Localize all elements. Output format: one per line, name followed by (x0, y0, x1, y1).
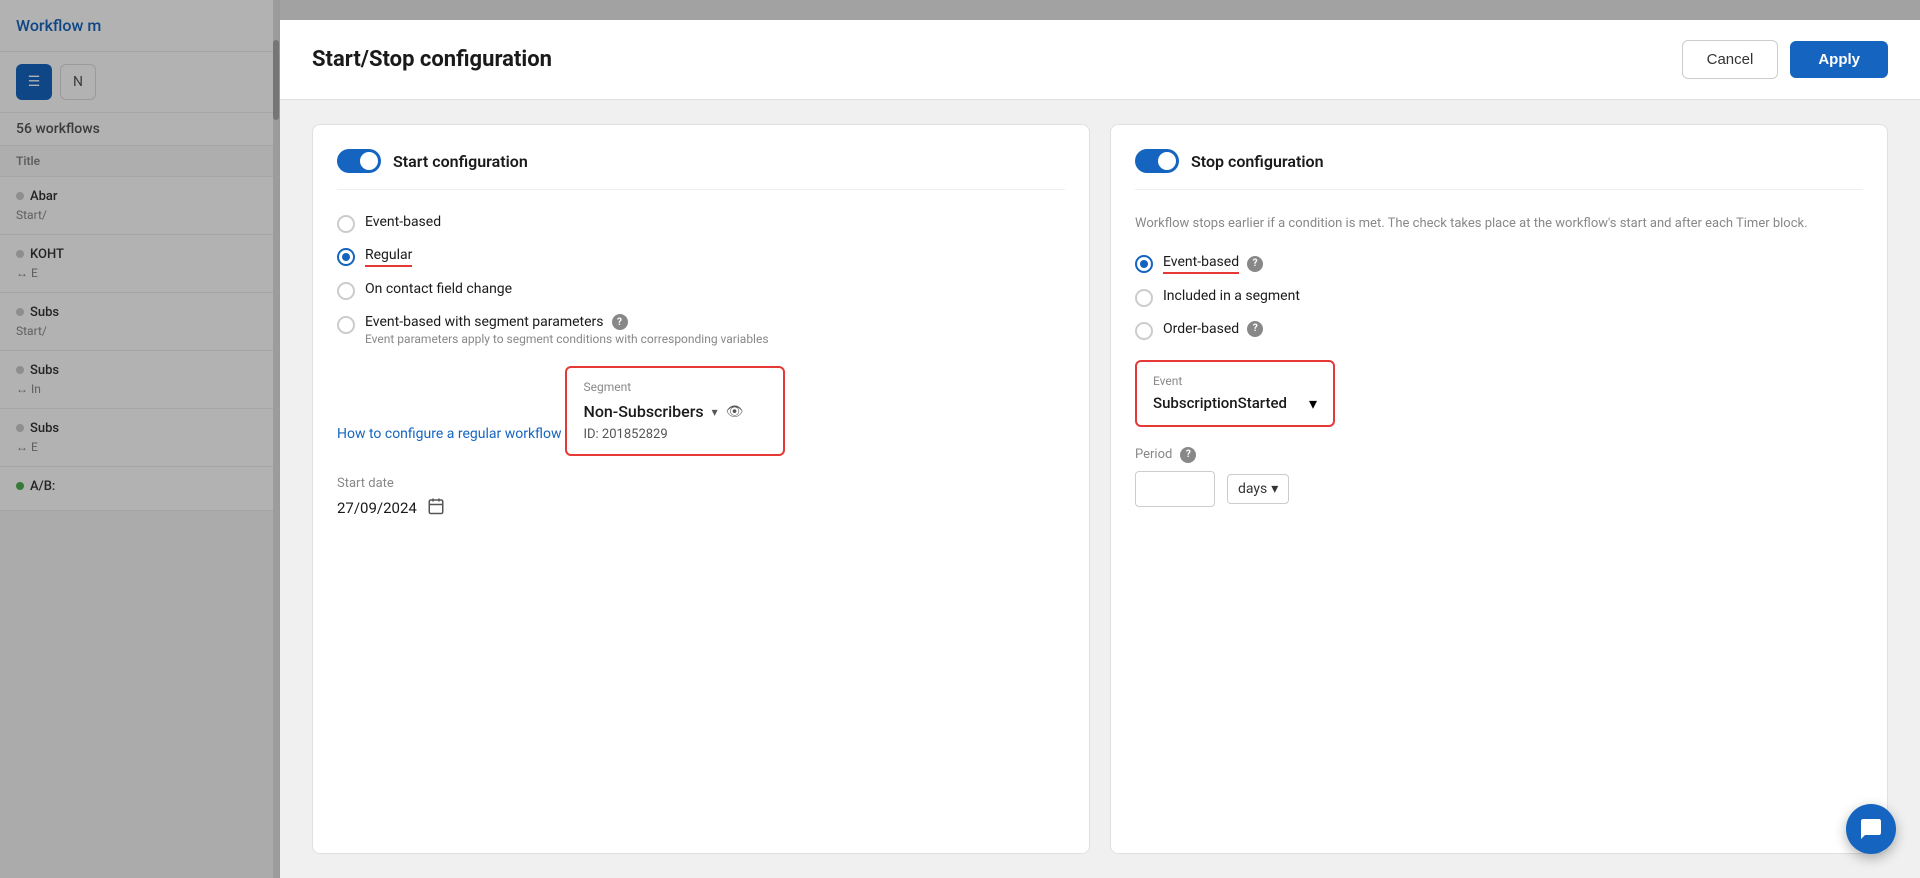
stop-event-box: Event SubscriptionStarted ▾ (1135, 360, 1335, 427)
start-radio-contact-field[interactable] (337, 282, 355, 300)
modal-actions: Cancel Apply (1682, 40, 1888, 79)
stop-label-order-based: Order-based (1163, 321, 1239, 337)
start-option-regular[interactable]: Regular (337, 247, 1065, 267)
stop-description: Workflow stops earlier if a condition is… (1135, 214, 1863, 234)
start-config-title: Start configuration (393, 152, 528, 171)
stop-config-options: Event-based ? Included in a segment Orde… (1135, 254, 1863, 340)
stop-event-label-wrapper: Event-based ? (1163, 254, 1263, 274)
stop-event-chevron-icon[interactable]: ▾ (1309, 394, 1317, 413)
segment-name: Non-Subscribers (583, 402, 703, 421)
segment-label: Segment (583, 380, 767, 394)
start-option-event-based[interactable]: Event-based (337, 214, 1065, 233)
stop-order-help-icon: ? (1247, 321, 1263, 337)
start-option-contact-field[interactable]: On contact field change (337, 281, 1065, 300)
cancel-button[interactable]: Cancel (1682, 40, 1779, 79)
stop-event-value: SubscriptionStarted ▾ (1153, 394, 1317, 413)
stop-radio-included-segment[interactable] (1135, 289, 1153, 307)
segment-value: Non-Subscribers ▾ 👁 (583, 402, 767, 421)
start-date-section: Start date 27/09/2024 (337, 476, 1065, 519)
stop-event-value-text: SubscriptionStarted (1153, 394, 1287, 412)
start-option-event-segment[interactable]: Event-based with segment parameters ? Ev… (337, 314, 1065, 346)
segment-box: Segment Non-Subscribers ▾ 👁 ID: 20185282… (565, 366, 785, 456)
period-section: Period ? days ▾ (1135, 447, 1863, 507)
stop-option-event-based[interactable]: Event-based ? (1135, 254, 1863, 274)
start-label-event-segment-wrapper: Event-based with segment parameters ? Ev… (365, 314, 769, 346)
start-label-regular: Regular (365, 247, 412, 267)
stop-radio-event-based[interactable] (1135, 255, 1153, 273)
start-config-header: Start configuration (337, 149, 1065, 190)
modal-dialog: Start/Stop configuration Cancel Apply St… (280, 20, 1920, 878)
segment-chevron-icon[interactable]: ▾ (712, 405, 718, 419)
period-label-row: Period ? (1135, 447, 1863, 463)
start-radio-regular[interactable] (337, 248, 355, 266)
modal-header: Start/Stop configuration Cancel Apply (280, 20, 1920, 100)
apply-button[interactable]: Apply (1790, 41, 1888, 78)
modal-title: Start/Stop configuration (312, 47, 552, 72)
period-unit-select[interactable]: days ▾ (1227, 474, 1289, 504)
period-unit-chevron-icon: ▾ (1271, 481, 1278, 497)
regular-workflow-link[interactable]: How to configure a regular workflow (337, 426, 562, 442)
stop-config-header: Stop configuration (1135, 149, 1863, 190)
start-radio-event-based[interactable] (337, 215, 355, 233)
start-date-text: 27/09/2024 (337, 499, 417, 517)
stop-event-help-icon: ? (1247, 256, 1263, 272)
calendar-icon[interactable] (427, 497, 445, 519)
stop-config-title: Stop configuration (1191, 152, 1324, 171)
period-unit-value: days (1238, 481, 1267, 497)
start-label-event-based: Event-based (365, 214, 441, 230)
start-label-event-segment: Event-based with segment parameters (365, 314, 604, 330)
stop-option-included-segment[interactable]: Included in a segment (1135, 288, 1863, 307)
start-radio-event-segment[interactable] (337, 316, 355, 334)
start-config-card: Start configuration Event-based Regular … (312, 124, 1090, 854)
segment-id: ID: 201852829 (583, 427, 767, 442)
event-segment-help-icon: ? (612, 314, 628, 330)
stop-config-toggle[interactable] (1135, 149, 1179, 173)
period-label: Period (1135, 447, 1172, 462)
segment-eye-icon[interactable]: 👁 (726, 404, 744, 420)
start-config-options: Event-based Regular On contact field cha… (337, 214, 1065, 346)
start-config-toggle[interactable] (337, 149, 381, 173)
period-input[interactable] (1135, 471, 1215, 507)
stop-label-included-segment: Included in a segment (1163, 288, 1300, 304)
start-date-value: 27/09/2024 (337, 497, 1065, 519)
stop-event-label: Event (1153, 374, 1317, 388)
chat-button[interactable] (1846, 804, 1896, 854)
stop-order-label-wrapper: Order-based ? (1163, 321, 1263, 337)
period-inputs: days ▾ (1135, 471, 1863, 507)
stop-option-order-based[interactable]: Order-based ? (1135, 321, 1863, 340)
modal-body: Start configuration Event-based Regular … (280, 100, 1920, 878)
start-sub-event-segment: Event parameters apply to segment condit… (365, 332, 769, 346)
stop-label-event-based: Event-based (1163, 254, 1239, 274)
period-help-icon: ? (1180, 447, 1196, 463)
stop-config-card: Stop configuration Workflow stops earlie… (1110, 124, 1888, 854)
stop-radio-order-based[interactable] (1135, 322, 1153, 340)
start-label-contact-field: On contact field change (365, 281, 512, 297)
start-date-label: Start date (337, 476, 1065, 491)
